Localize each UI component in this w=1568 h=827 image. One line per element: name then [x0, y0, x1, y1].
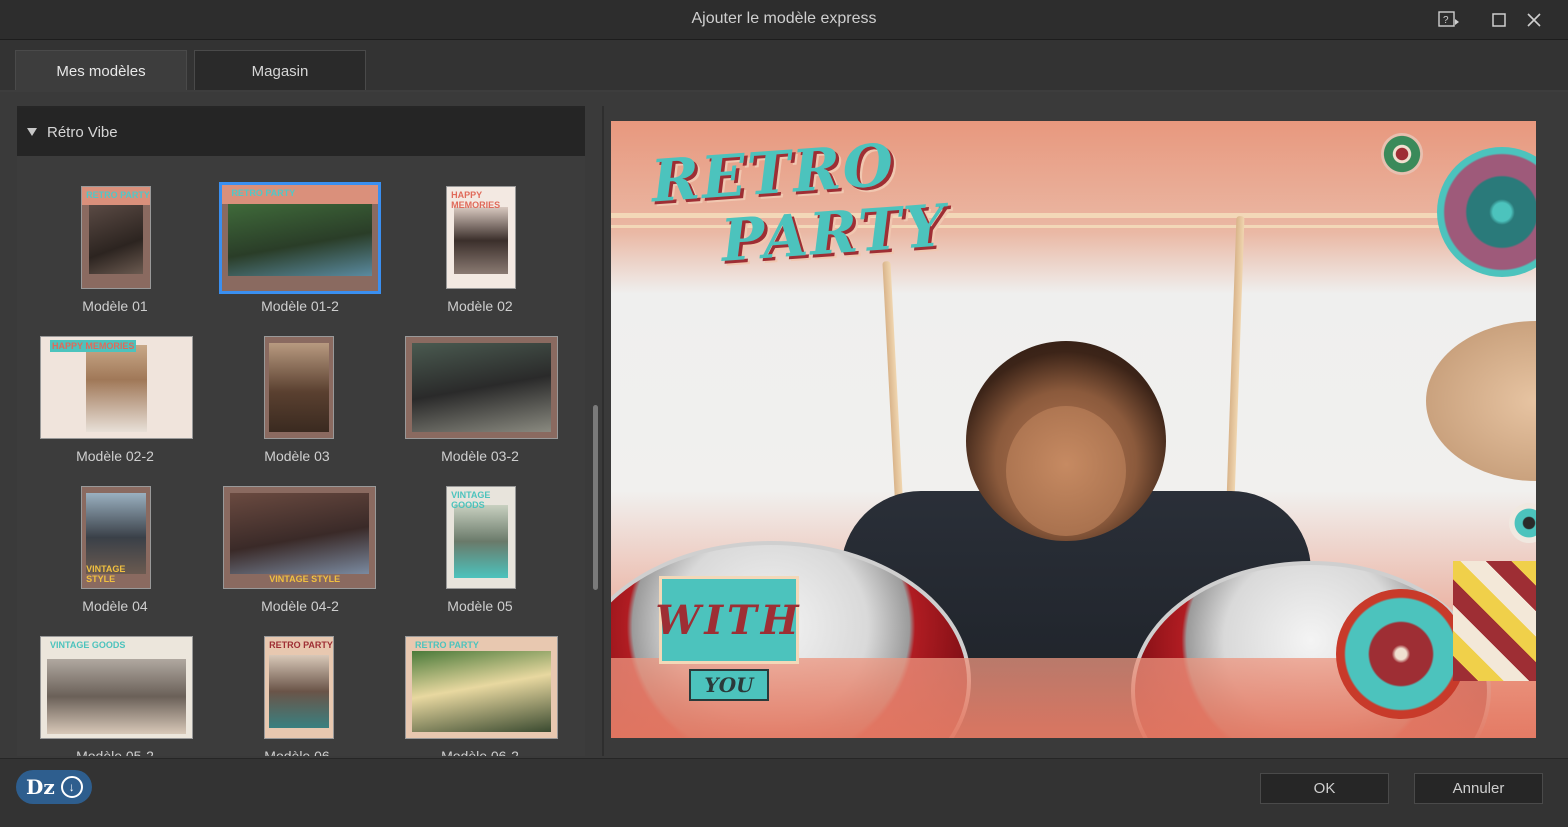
thumbnail-text: RETRO PARTY [269, 640, 333, 651]
dz-logo: Dz [26, 775, 55, 799]
panel-divider [602, 106, 604, 756]
record-disc-bottom [1336, 589, 1466, 719]
template-list: Rétro Vibe RETRO PARTY Modèle 01 RETRO P… [17, 106, 585, 756]
cancel-button[interactable]: Annuler [1414, 773, 1543, 804]
thumbnail-text: VINTAGE STYLE [86, 563, 126, 584]
template-thumbnail-modele-04-2[interactable]: VINTAGE STYLE [223, 486, 376, 589]
dz-download-button[interactable]: Dz ↓ [16, 770, 92, 804]
download-icon: ↓ [60, 776, 83, 798]
photo-subject-face [1006, 406, 1126, 536]
template-thumbnail-modele-01[interactable]: RETRO PARTY [81, 186, 151, 289]
template-thumbnail-modele-03[interactable] [264, 336, 334, 439]
title-bar: Ajouter le modèle express ? [0, 0, 1568, 40]
window-title: Ajouter le modèle express [691, 10, 877, 27]
template-preview: RETRO PARTY WITH YOU [611, 121, 1536, 738]
help-video-icon[interactable]: ? [1436, 8, 1462, 32]
template-label[interactable]: Modèle 03 [207, 448, 387, 464]
template-label[interactable]: Modèle 06-2 [390, 748, 570, 756]
sign-you: YOU [689, 669, 769, 701]
tab-bar: Mes modèles Magasin [0, 40, 1568, 92]
thumbnail-text: HAPPY MEMORIES [50, 340, 137, 353]
thumbnail-text: RETRO PARTY [415, 640, 479, 651]
ok-button[interactable]: OK [1260, 773, 1389, 804]
thumbnail-text: VINTAGE GOODS [50, 640, 126, 651]
thumbnail-text: VINTAGE GOODS [451, 490, 491, 511]
thumbnail-text: VINTAGE STYLE [269, 573, 341, 584]
template-thumbnail-modele-04[interactable]: VINTAGE STYLE [81, 486, 151, 589]
template-label[interactable]: Modèle 04-2 [210, 598, 390, 614]
close-icon[interactable] [1521, 8, 1547, 32]
expand-triangle-icon[interactable] [27, 128, 37, 136]
thumbnail-text: RETRO PARTY [231, 188, 296, 199]
scrollbar-thumb[interactable] [593, 405, 598, 590]
template-label[interactable]: Modèle 05-2 [25, 748, 205, 756]
template-label[interactable]: Modèle 06 [207, 748, 387, 756]
template-label[interactable]: Modèle 04 [25, 598, 205, 614]
diamond-pattern-graphic [1453, 561, 1536, 681]
template-label[interactable]: Modèle 02 [390, 298, 570, 314]
tab-my-templates[interactable]: Mes modèles [15, 50, 187, 92]
template-thumbnail-modele-02-2[interactable]: HAPPY MEMORIES [40, 336, 193, 439]
svg-text:?: ? [1443, 15, 1449, 26]
template-label[interactable]: Modèle 05 [390, 598, 570, 614]
template-thumbnail-modele-05-2[interactable]: VINTAGE GOODS [40, 636, 193, 739]
template-thumbnail-modele-06-2[interactable]: RETRO PARTY [405, 636, 558, 739]
record-disc-small [1381, 133, 1423, 175]
template-thumbnail-modele-06[interactable]: RETRO PARTY [264, 636, 334, 739]
maximize-icon[interactable] [1486, 8, 1512, 32]
template-thumbnail-modele-01-2[interactable]: RETRO PARTY [219, 182, 381, 294]
sign-with: WITH [655, 576, 799, 664]
tab-store[interactable]: Magasin [194, 50, 366, 92]
template-thumbnail-modele-05[interactable]: VINTAGE GOODS [446, 486, 516, 589]
thumbnail-text: RETRO PARTY [86, 190, 150, 201]
template-label[interactable]: Modèle 02-2 [25, 448, 205, 464]
group-label: Rétro Vibe [47, 123, 118, 141]
template-thumbnail-modele-02[interactable]: HAPPY MEMORIES [446, 186, 516, 289]
template-label[interactable]: Modèle 03-2 [390, 448, 570, 464]
group-header-retro-vibe[interactable]: Rétro Vibe [17, 108, 585, 156]
template-label[interactable]: Modèle 01-2 [210, 298, 390, 314]
template-thumbnail-modele-03-2[interactable] [405, 336, 558, 439]
template-label[interactable]: Modèle 01 [25, 298, 205, 314]
thumbnail-text: HAPPY MEMORIES [451, 190, 501, 211]
